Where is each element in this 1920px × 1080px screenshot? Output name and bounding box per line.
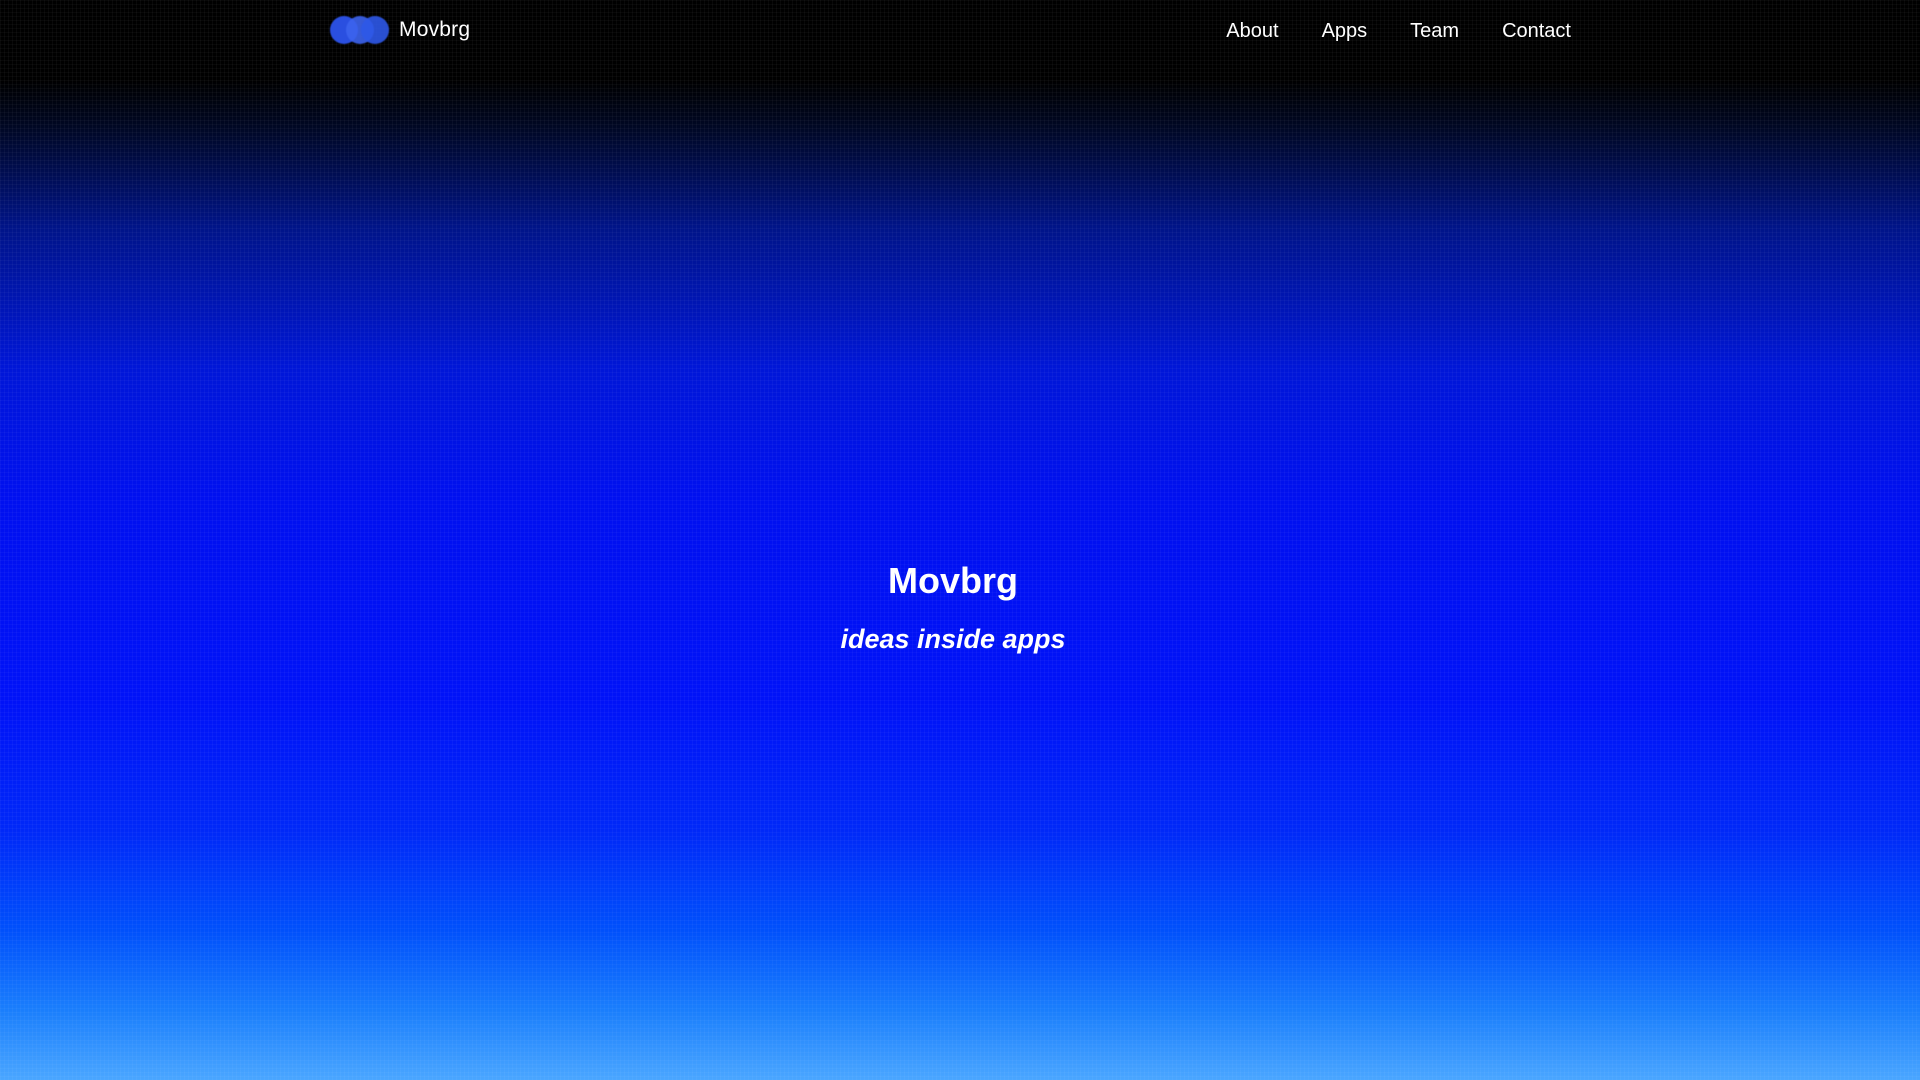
nav-link-apps[interactable]: Apps	[1322, 20, 1368, 43]
brand-home-link[interactable]: Movbrg	[330, 13, 470, 47]
landing-page: Movbrg About Apps Team Contact Movbrg id…	[0, 0, 1920, 1080]
top-navbar: Movbrg About Apps Team Contact	[0, 0, 1920, 70]
nav-link-team[interactable]: Team	[1410, 20, 1459, 43]
hero-title: Movbrg	[888, 560, 1018, 601]
hero-section: Movbrg ideas inside apps	[0, 555, 1906, 659]
nav-link-about[interactable]: About	[1226, 20, 1278, 43]
brand-name: Movbrg	[399, 18, 471, 41]
nav-link-contact[interactable]: Contact	[1502, 20, 1571, 43]
logo-circle-right	[361, 16, 389, 44]
logo-icon	[330, 14, 390, 46]
hero-tagline: ideas inside apps	[840, 624, 1066, 654]
nav-links: About Apps Team Contact	[1183, 20, 1571, 43]
